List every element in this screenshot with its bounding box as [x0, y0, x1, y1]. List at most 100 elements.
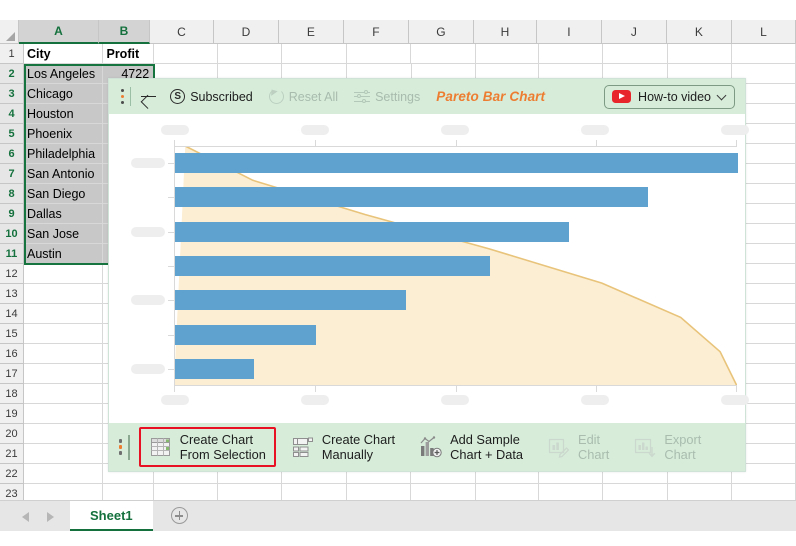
cell-I23[interactable] [538, 484, 604, 500]
settings-label: Settings [375, 89, 421, 104]
cell-C23[interactable] [154, 484, 218, 500]
back-arrow-icon[interactable] [138, 86, 160, 108]
row-header-1[interactable]: 1 [0, 44, 24, 64]
subscribed-status[interactable]: S Subscribed [170, 89, 253, 104]
settings-button[interactable]: Settings [354, 89, 421, 104]
cell-A3[interactable]: Chicago [24, 84, 104, 104]
prev-sheet-icon[interactable] [22, 512, 29, 522]
row-header-13[interactable]: 13 [0, 284, 24, 304]
cell-B1[interactable]: Profit [103, 44, 155, 64]
row-header-11[interactable]: 11 [0, 244, 24, 264]
cell-A10[interactable]: San Jose [24, 224, 104, 244]
how-to-video-button[interactable]: How-to video [604, 84, 735, 109]
cell-F1[interactable] [346, 44, 412, 64]
reset-all-button[interactable]: Reset All [268, 89, 338, 104]
column-header-c[interactable]: C [150, 20, 214, 44]
row-header-2[interactable]: 2 [0, 64, 24, 84]
x-tick-top-1 [314, 140, 316, 146]
action-add-sample-chart-data[interactable]: Add Sample Chart + Data [410, 428, 532, 466]
cell-C1[interactable] [154, 44, 218, 64]
row-header-8[interactable]: 8 [0, 184, 24, 204]
row-header-9[interactable]: 9 [0, 204, 24, 224]
cell-A12[interactable] [24, 264, 104, 284]
cell-E23[interactable] [282, 484, 347, 500]
column-header-h[interactable]: H [474, 20, 537, 44]
cell-D1[interactable] [217, 44, 283, 64]
chevron-down-icon[interactable] [716, 90, 727, 100]
sheet-tab-sheet1[interactable]: Sheet1 [70, 501, 153, 531]
cell-A20[interactable] [24, 424, 104, 444]
column-header-b[interactable]: B [99, 20, 150, 44]
cell-A2[interactable]: Los Angeles [24, 64, 104, 84]
cell-A19[interactable] [24, 404, 104, 424]
sheet-nav-arrows[interactable] [0, 512, 70, 531]
row-header-18[interactable]: 18 [0, 384, 24, 404]
cell-L1[interactable] [732, 44, 796, 64]
row-header-6[interactable]: 6 [0, 144, 24, 164]
cell-K23[interactable] [667, 484, 733, 500]
cell-A5[interactable]: Phoenix [24, 124, 104, 144]
column-header-l[interactable]: L [732, 20, 796, 44]
cell-L23[interactable] [732, 484, 796, 500]
cell-A21[interactable] [24, 444, 104, 464]
cell-J23[interactable] [603, 484, 668, 500]
cell-A8[interactable]: San Diego [24, 184, 104, 204]
cell-A4[interactable]: Houston [24, 104, 104, 124]
action-create-chart-from-selection[interactable]: Create Chart From Selection [138, 427, 276, 467]
row-header-14[interactable]: 14 [0, 304, 24, 324]
y-axis-label-placeholder-3 [131, 363, 165, 374]
action-create-chart-manually[interactable]: Create Chart Manually [282, 428, 404, 466]
row-header-3[interactable]: 3 [0, 84, 24, 104]
cell-A9[interactable]: Dallas [24, 204, 104, 224]
row-header-15[interactable]: 15 [0, 324, 24, 344]
panel-kebab-menu-icon[interactable] [113, 439, 128, 455]
row-header-16[interactable]: 16 [0, 344, 24, 364]
cell-H1[interactable] [476, 44, 539, 64]
cell-A14[interactable] [24, 304, 104, 324]
cell-A6[interactable]: Philadelphia [24, 144, 104, 164]
row-header-20[interactable]: 20 [0, 424, 24, 444]
column-header-i[interactable]: I [537, 20, 602, 44]
cell-A7[interactable]: San Antonio [24, 164, 104, 184]
cell-A23[interactable] [24, 484, 104, 500]
kebab-menu-icon[interactable] [117, 89, 128, 104]
column-header-g[interactable]: G [409, 20, 474, 44]
cell-A17[interactable] [24, 364, 104, 384]
cell-F23[interactable] [346, 484, 412, 500]
row-header-10[interactable]: 10 [0, 224, 24, 244]
add-sheet-icon[interactable] [170, 507, 188, 524]
cell-A13[interactable] [24, 284, 104, 304]
column-header-a[interactable]: A [19, 20, 99, 44]
cell-K1[interactable] [667, 44, 733, 64]
cell-A22[interactable] [24, 464, 104, 484]
row-header-7[interactable]: 7 [0, 164, 24, 184]
row-header-5[interactable]: 5 [0, 124, 24, 144]
row-header-21[interactable]: 21 [0, 444, 24, 464]
row-header-19[interactable]: 19 [0, 404, 24, 424]
select-all-corner[interactable] [0, 20, 19, 44]
cell-B23[interactable] [103, 484, 155, 500]
cell-I1[interactable] [538, 44, 604, 64]
cell-A18[interactable] [24, 384, 104, 404]
cell-A11[interactable]: Austin [24, 244, 104, 264]
cell-E1[interactable] [282, 44, 347, 64]
cell-H23[interactable] [476, 484, 539, 500]
cell-A1[interactable]: City [24, 44, 104, 64]
row-header-22[interactable]: 22 [0, 464, 24, 484]
cell-A16[interactable] [24, 344, 104, 364]
cell-J1[interactable] [603, 44, 668, 64]
cell-D23[interactable] [217, 484, 283, 500]
cell-G23[interactable] [411, 484, 477, 500]
row-header-12[interactable]: 12 [0, 264, 24, 284]
top-strip [0, 0, 796, 20]
column-header-f[interactable]: F [344, 20, 409, 44]
column-header-d[interactable]: D [214, 20, 279, 44]
column-header-e[interactable]: E [279, 20, 344, 44]
column-header-j[interactable]: J [602, 20, 667, 44]
row-header-4[interactable]: 4 [0, 104, 24, 124]
column-header-k[interactable]: K [667, 20, 732, 44]
row-header-17[interactable]: 17 [0, 364, 24, 384]
next-sheet-icon[interactable] [47, 512, 54, 522]
cell-A15[interactable] [24, 324, 104, 344]
cell-G1[interactable] [411, 44, 477, 64]
